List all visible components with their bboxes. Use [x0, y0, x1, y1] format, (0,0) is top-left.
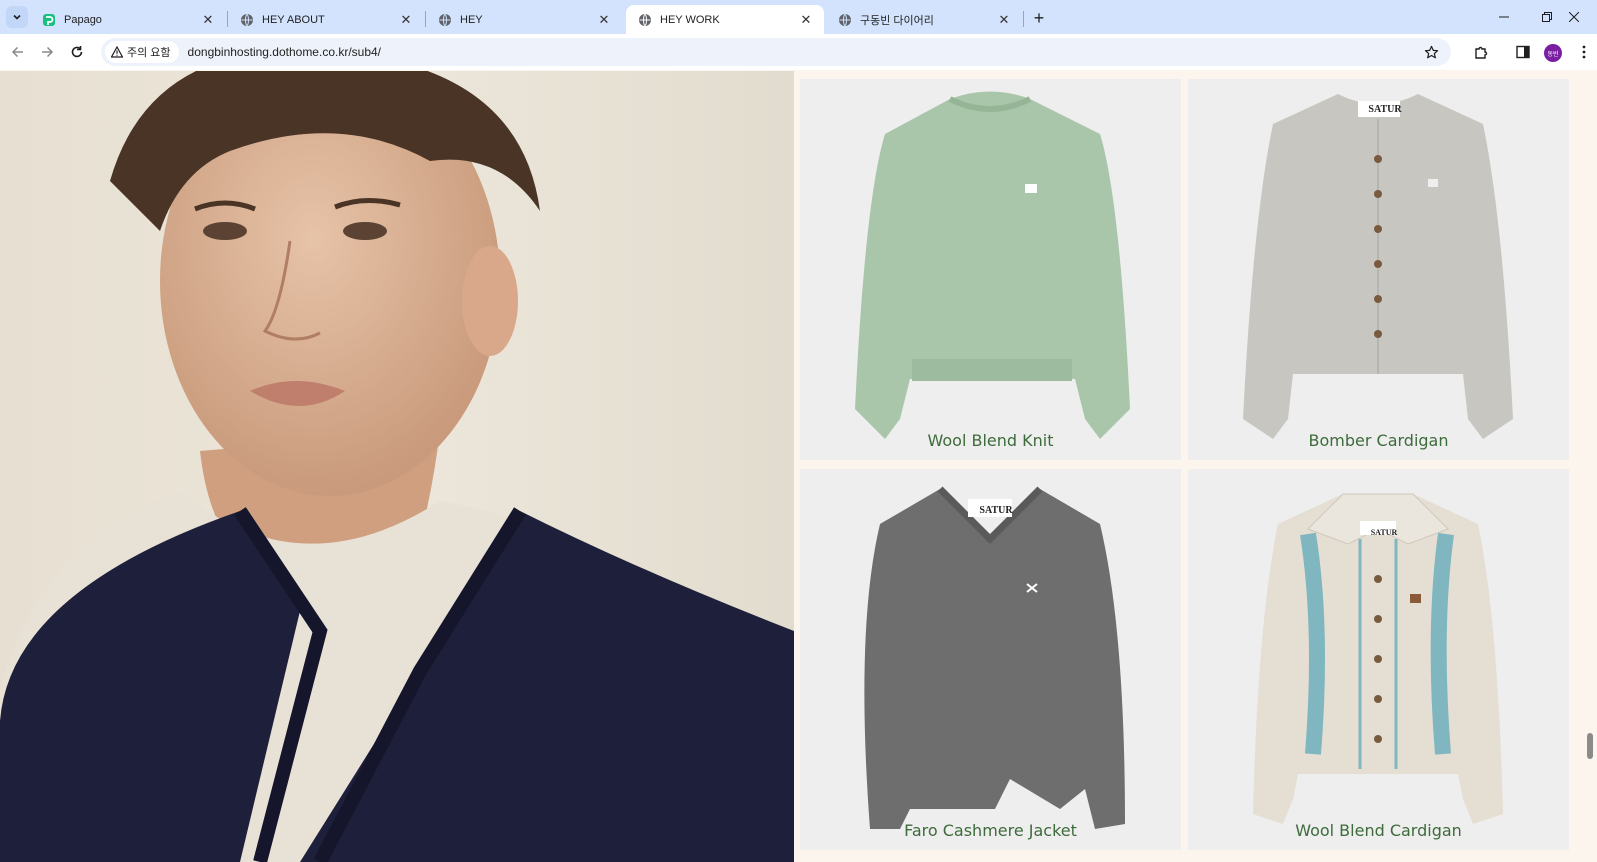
- product-card[interactable]: Wool Blend Knit: [800, 79, 1181, 460]
- brand-label: SATUR: [1370, 528, 1398, 537]
- tab-search-button[interactable]: [6, 6, 28, 28]
- tab-close-icon[interactable]: ✕: [398, 12, 414, 28]
- bookmark-button[interactable]: [1421, 42, 1441, 62]
- tab-close-icon[interactable]: ✕: [200, 12, 216, 28]
- product-card[interactable]: Bomber Cardigan: [1188, 79, 1569, 460]
- close-window-button[interactable]: [1551, 0, 1597, 34]
- tab-hey-work[interactable]: HEY WORK ✕: [626, 5, 824, 34]
- knit-sweater-image: [855, 91, 1130, 439]
- security-warning-chip[interactable]: 주의 요함: [105, 41, 179, 63]
- more-vert-icon: [1582, 45, 1586, 59]
- globe-icon: [639, 13, 651, 26]
- product-name: Wool Blend Cardigan: [1295, 821, 1462, 840]
- tab-papago[interactable]: Papago ✕: [30, 5, 226, 34]
- tab-close-icon[interactable]: ✕: [996, 12, 1012, 28]
- side-panel-button[interactable]: [1513, 42, 1533, 62]
- brand-label: SATUR: [979, 505, 1013, 516]
- close-icon: [1569, 12, 1579, 22]
- forward-button[interactable]: [34, 39, 60, 65]
- globe-icon: [439, 13, 451, 26]
- reload-button[interactable]: [64, 39, 90, 65]
- arrow-left-icon: [11, 46, 23, 58]
- extensions-button[interactable]: [1471, 42, 1491, 62]
- globe-icon: [241, 13, 253, 26]
- menu-button[interactable]: [1574, 42, 1594, 62]
- reload-icon: [71, 46, 83, 58]
- v-neck-sweater-image: [864, 486, 1125, 829]
- puzzle-icon: [1475, 46, 1488, 59]
- tab-divider: [1023, 11, 1024, 27]
- product-name: Wool Blend Knit: [927, 431, 1054, 450]
- product-name: Bomber Cardigan: [1308, 431, 1449, 450]
- globe-icon: [839, 13, 851, 26]
- cardigan-image: [1243, 94, 1513, 439]
- model-portrait-illustration: [0, 71, 794, 862]
- profile-avatar[interactable]: 동빈: [1544, 44, 1562, 62]
- striped-cardigan-image: [1253, 493, 1503, 824]
- tab-close-icon[interactable]: ✕: [596, 12, 612, 28]
- chevron-down-icon: [13, 14, 21, 20]
- product-grid: Wool Blend Knit Bomber Cardigan Faro Cas…: [794, 71, 1582, 862]
- browser-toolbar: 주의 요함 dongbinhosting.dothome.co.kr/sub4/: [0, 34, 1597, 70]
- tab-title: HEY: [460, 13, 483, 26]
- product-name: Faro Cashmere Jacket: [904, 821, 1077, 840]
- tab-close-icon[interactable]: ✕: [798, 12, 814, 28]
- tab-hey-about[interactable]: HEY ABOUT ✕: [228, 5, 424, 34]
- scrollbar-thumb[interactable]: [1587, 733, 1593, 759]
- tab-diary[interactable]: 구동빈 다이어리 ✕: [826, 5, 1022, 34]
- arrow-right-icon: [42, 46, 54, 58]
- minimize-icon: [1499, 16, 1509, 18]
- tab-strip: Papago ✕ HEY ABOUT ✕ HEY ✕ HEY WORK ✕ 구동…: [0, 0, 1597, 34]
- minimize-button[interactable]: [1481, 0, 1527, 34]
- hero-model-photo: [0, 71, 794, 862]
- page-scrollbar[interactable]: [1582, 71, 1597, 862]
- product-card[interactable]: Faro Cashmere Jacket: [800, 469, 1181, 850]
- product-card[interactable]: Wool Blend Cardigan: [1188, 469, 1569, 850]
- warning-icon: [111, 46, 123, 58]
- address-bar[interactable]: 주의 요함 dongbinhosting.dothome.co.kr/sub4/: [101, 38, 1451, 66]
- tab-title: 구동빈 다이어리: [860, 14, 934, 27]
- tab-title: Papago: [64, 13, 102, 26]
- tab-title: HEY ABOUT: [262, 13, 325, 26]
- brand-label: SATUR: [1368, 104, 1402, 115]
- back-button[interactable]: [5, 39, 31, 65]
- star-icon: [1424, 45, 1438, 58]
- url-text[interactable]: dongbinhosting.dothome.co.kr/sub4/: [188, 45, 381, 59]
- tab-title: HEY WORK: [660, 13, 720, 26]
- tab-hey[interactable]: HEY ✕: [426, 5, 622, 34]
- papago-icon: [43, 13, 55, 26]
- security-label: 주의 요함: [127, 47, 171, 59]
- side-panel-icon: [1516, 45, 1530, 59]
- new-tab-button[interactable]: +: [1028, 7, 1050, 29]
